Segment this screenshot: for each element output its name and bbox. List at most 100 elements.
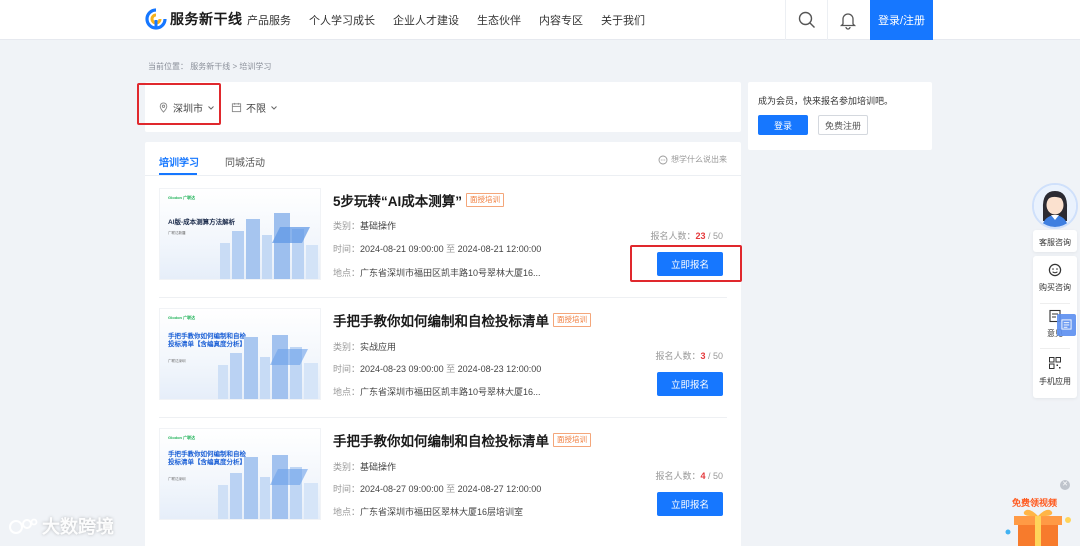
free-register-button[interactable]: 免费注册: [818, 115, 868, 135]
capacity: / 50: [707, 231, 723, 241]
signup-button[interactable]: 立即报名: [657, 372, 723, 396]
service-panel: 客服咨询: [1033, 230, 1077, 252]
date-filter[interactable]: 不限: [231, 100, 278, 115]
logo-text: 服务新干线: [170, 11, 243, 27]
header-divider: [827, 0, 828, 40]
category-value: 基础操作: [360, 221, 397, 231]
course-thumbnail[interactable]: Glodon 广联达 手把手教你如何编制和自检投标清单【含编真度分析】 广联达深…: [159, 308, 321, 400]
logo-icon: [145, 8, 167, 30]
course-title-text: 手把手教你如何编制和自检投标清单: [333, 314, 549, 329]
signup-count-label: 报名人数：: [655, 351, 701, 361]
gift-box-image: [1005, 509, 1071, 546]
category-value: 基础操作: [360, 462, 397, 472]
course-place: 地点：广东省深圳市福田区凯丰路10号翠林大厦16...: [333, 266, 541, 279]
place-value: 广东省深圳市福田区凯丰路10号翠林大厦16...: [360, 268, 541, 278]
date-filter-label: 不限: [246, 104, 266, 115]
course-thumbnail[interactable]: Glodon 广联达 AI版-成本测算方法解析 广联达新疆: [159, 188, 321, 280]
course-type-badge: 面授培训: [553, 313, 591, 327]
course-title[interactable]: 手把手教你如何编制和自检投标清单 面授培训: [333, 310, 591, 330]
nav-about[interactable]: 关于我们: [601, 12, 645, 28]
time-separator: 至: [446, 484, 456, 494]
top-header: 服务新干线 产品服务 个人学习成长 企业人才建设 生态伙伴 内容专区 关于我们 …: [0, 0, 1080, 40]
course-place: 地点：广东省深圳市福田区翠林大厦16层培训室: [333, 505, 523, 518]
time-end: 2024-08-21 12:00:00: [457, 244, 542, 254]
signup-count: 报名人数：4 / 50: [655, 469, 723, 482]
member-prompt: 成为会员，快来报名参加培训吧。: [758, 96, 894, 106]
want-learn-label: 想学什么说出来: [671, 155, 727, 164]
place-value: 广东省深圳市福田区翠林大厦16层培训室: [360, 507, 524, 517]
course-place: 地点：广东省深圳市福田区凯丰路10号翠林大厦16...: [333, 385, 541, 398]
header-divider: [785, 0, 786, 40]
signup-button[interactable]: 立即报名: [657, 252, 723, 276]
chat-bubble-icon: [658, 155, 668, 164]
member-login-button[interactable]: 登录: [758, 115, 808, 135]
city-skyline-image: [220, 213, 318, 279]
time-start: 2024-08-21 09:00:00: [360, 244, 444, 254]
sidebar-divider: [1040, 348, 1070, 349]
signup-button[interactable]: 立即报名: [657, 492, 723, 516]
bell-icon[interactable]: [838, 10, 858, 30]
service-consult[interactable]: 客服咨询: [1033, 237, 1077, 248]
course-item: Glodon 广联达 AI版-成本测算方法解析 广联达新疆 5步玩转“AI成本测…: [145, 178, 741, 298]
nav-partners[interactable]: 生态伙伴: [477, 12, 521, 28]
course-title-text: 手把手教你如何编制和自检投标清单: [333, 434, 549, 449]
service-avatar[interactable]: [1032, 183, 1078, 229]
course-time: 时间：2024-08-23 09:00:00 至 2024-08-23 12:0…: [333, 362, 541, 375]
mobile-app[interactable]: 手机应用: [1033, 376, 1077, 387]
nav-content[interactable]: 内容专区: [539, 12, 583, 28]
tool-panel: 购买咨询 意见 手机应用: [1033, 256, 1077, 398]
course-list-card: 培训学习 同城活动 想学什么说出来 Glodon 广联达 AI版-成本测算方法解…: [145, 142, 741, 546]
enrolled-number: 4: [700, 471, 706, 481]
want-learn-link[interactable]: 想学什么说出来: [658, 154, 727, 165]
tab-training[interactable]: 培训学习: [159, 154, 199, 169]
login-register-button[interactable]: 登录/注册: [870, 0, 933, 40]
calendar-icon: [231, 102, 242, 113]
time-separator: 至: [446, 364, 456, 374]
nav-enterprise-talent[interactable]: 企业人才建设: [393, 12, 459, 28]
purchase-consult[interactable]: 购买咨询: [1033, 282, 1077, 293]
category-label: 类别：: [333, 342, 361, 352]
watermark-text: 大数跨境: [42, 517, 114, 537]
breadcrumb: 当前位置： 服务新干线 > 培训学习: [148, 62, 272, 71]
course-title[interactable]: 手把手教你如何编制和自检投标清单 面授培训: [333, 430, 591, 450]
place-label: 地点：: [333, 387, 361, 397]
place-label: 地点：: [333, 507, 361, 517]
course-thumbnail[interactable]: Glodon 广联达 手把手教你如何编制和自检投标清单【含编真度分析】 广联达深…: [159, 428, 321, 520]
capacity: / 50: [707, 471, 723, 481]
place-value: 广东省深圳市福田区凯丰路10号翠林大厦16...: [360, 387, 541, 397]
watermark-logo-icon: [9, 518, 38, 534]
capacity: / 50: [707, 351, 723, 361]
free-video-promo[interactable]: 免费领视频: [1000, 480, 1080, 546]
sidebar-divider: [1040, 303, 1070, 304]
nav-products[interactable]: 产品服务: [247, 12, 291, 28]
location-icon: [159, 102, 168, 113]
search-icon[interactable]: [797, 10, 817, 30]
nav-personal-growth[interactable]: 个人学习成长: [309, 12, 375, 28]
course-title-text: 5步玩转“AI成本测算”: [333, 194, 463, 209]
course-title[interactable]: 5步玩转“AI成本测算” 面授培训: [333, 190, 505, 210]
course-item: Glodon 广联达 手把手教你如何编制和自检投标清单【含编真度分析】 广联达深…: [145, 418, 741, 538]
city-skyline-image: [218, 335, 318, 399]
course-item: Glodon 广联达 手把手教你如何编制和自检投标清单【含编真度分析】 广联达深…: [145, 298, 741, 418]
promo-close-icon[interactable]: ✕: [1060, 480, 1070, 490]
list-icon: [1061, 319, 1072, 330]
time-separator: 至: [446, 244, 456, 254]
city-filter-label: 深圳市: [173, 104, 203, 115]
course-time: 时间：2024-08-27 09:00:00 至 2024-08-27 12:0…: [333, 482, 541, 495]
filter-bar: 深圳市 不限: [145, 82, 741, 132]
time-start: 2024-08-27 09:00:00: [360, 484, 444, 494]
signup-count: 报名人数：3 / 50: [655, 349, 723, 362]
logo[interactable]: 服务新干线: [145, 8, 243, 30]
time-label: 时间：: [333, 364, 361, 374]
qr-code-icon: [1049, 357, 1061, 369]
main-nav: 产品服务 个人学习成长 企业人才建设 生态伙伴 内容专区 关于我们: [247, 0, 663, 40]
scroll-top-badge[interactable]: [1057, 314, 1076, 336]
thumbnail-brand: Glodon 广联达: [168, 195, 196, 200]
tab-local-events[interactable]: 同城活动: [225, 154, 265, 169]
course-time: 时间：2024-08-21 09:00:00 至 2024-08-21 12:0…: [333, 242, 541, 255]
signup-count: 报名人数：23 / 50: [650, 229, 723, 242]
thumbnail-subtitle: 广联达新疆: [168, 231, 186, 235]
promo-label: 免费领视频: [1012, 498, 1058, 508]
city-filter[interactable]: 深圳市: [158, 100, 215, 115]
course-category: 类别：基础操作: [333, 219, 396, 232]
